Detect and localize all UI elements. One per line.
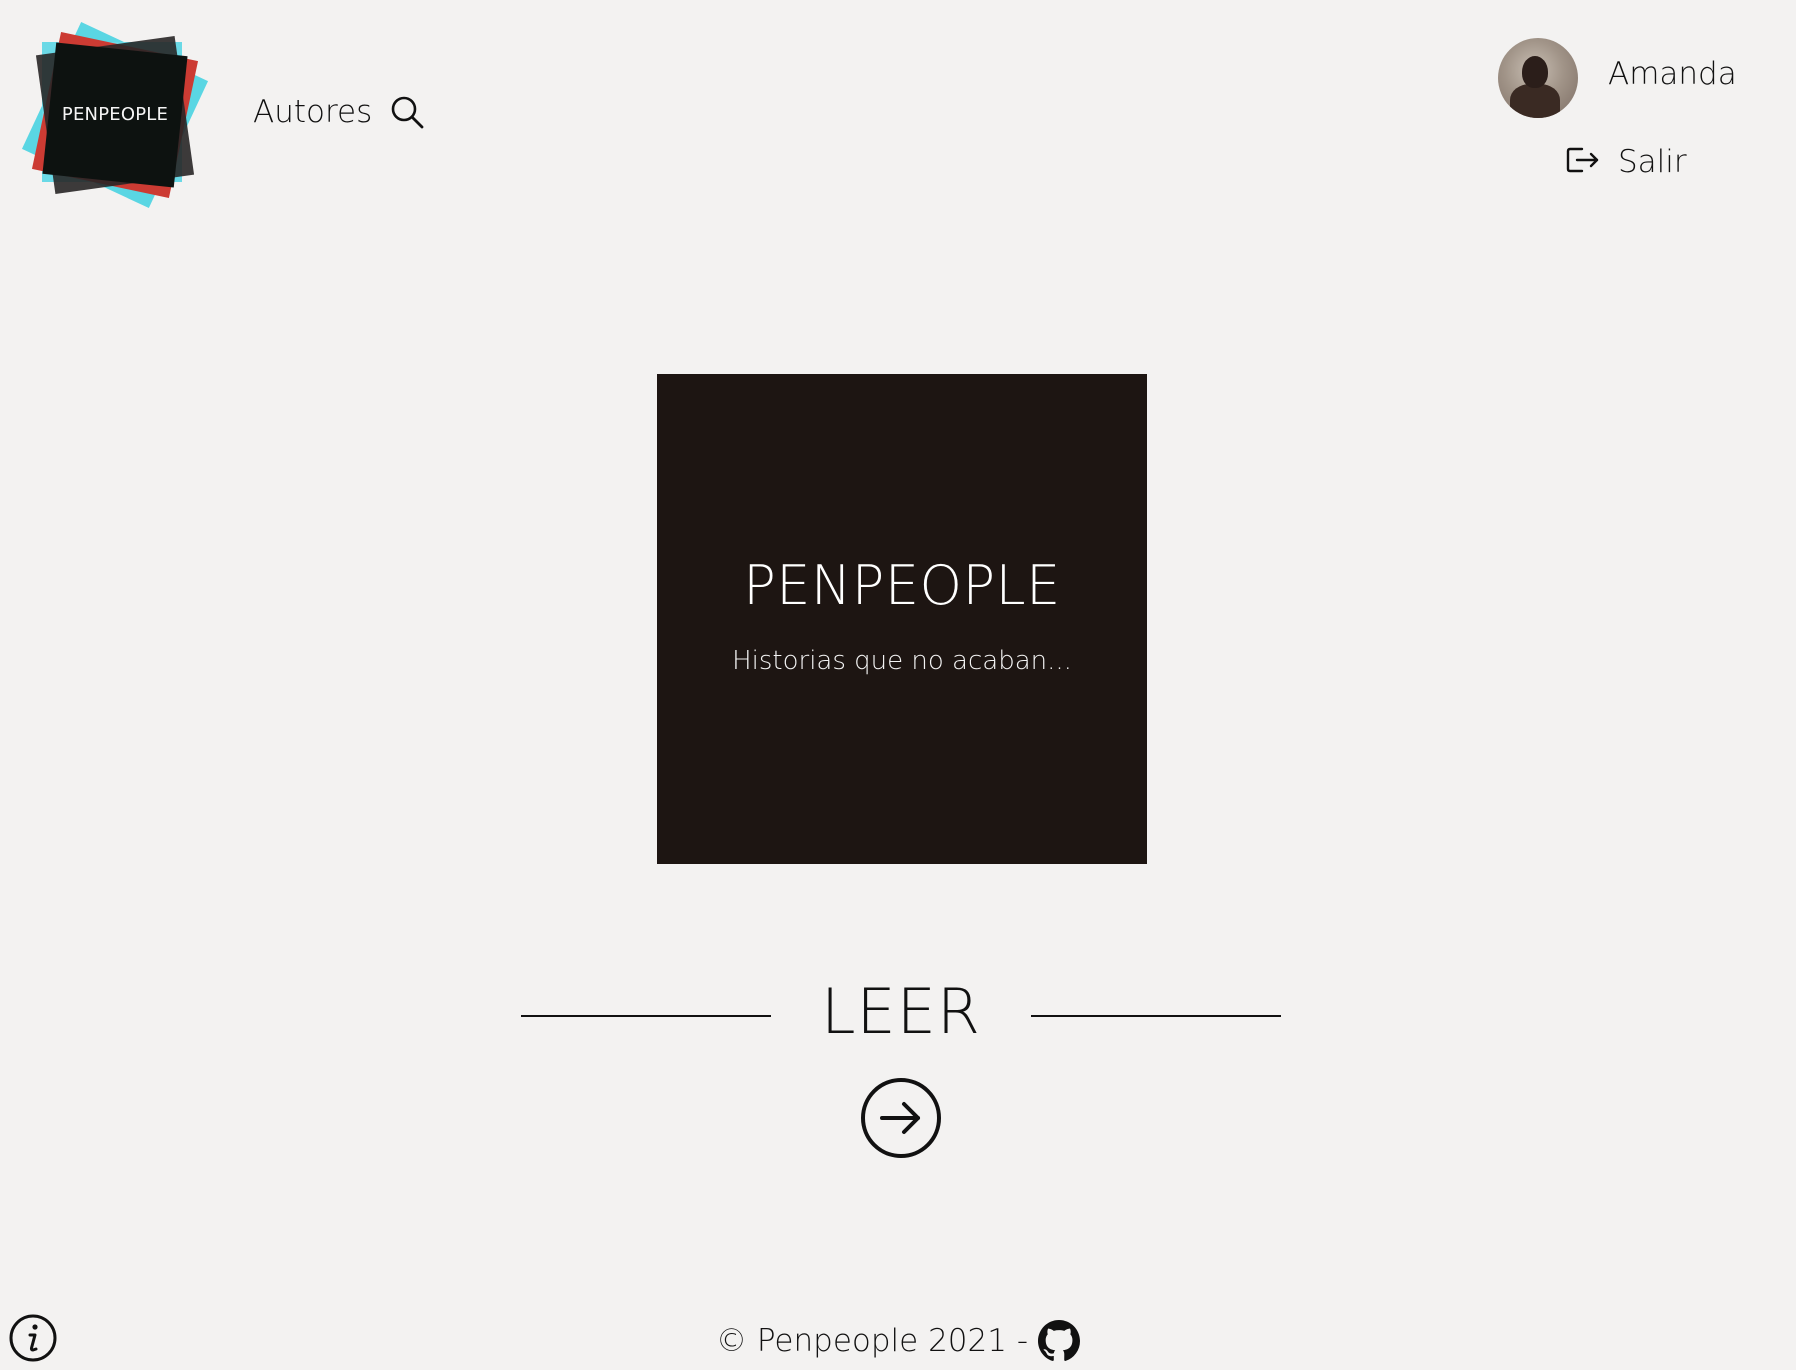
- hero-title: PENPEOPLE: [743, 554, 1061, 617]
- arrow-right-circle-icon: [860, 1078, 942, 1163]
- hero-banner: PENPEOPLE Historias que no acaban...: [657, 374, 1147, 864]
- search-icon[interactable]: [390, 95, 424, 129]
- nav-authors[interactable]: Autores: [253, 94, 424, 130]
- read-button[interactable]: [860, 1077, 942, 1159]
- hero-subtitle: Historias que no acaban...: [732, 646, 1072, 676]
- avatar[interactable]: [1498, 38, 1578, 118]
- page: PENPEOPLE Autores Amanda Salir PENPEOPLE…: [0, 0, 1796, 1370]
- logout-icon: [1566, 145, 1600, 179]
- github-icon[interactable]: [1038, 1320, 1081, 1362]
- nav-authors-label[interactable]: Autores: [253, 94, 372, 130]
- read-label[interactable]: LEER: [771, 975, 1031, 1048]
- user-name[interactable]: Amanda: [1608, 56, 1737, 92]
- avatar-body: [1510, 84, 1560, 118]
- avatar-head: [1522, 56, 1548, 88]
- read-divider-right: [1031, 1015, 1281, 1017]
- logout-label: Salir: [1618, 144, 1687, 180]
- footer: © Penpeople 2021 -: [0, 1320, 1796, 1362]
- logo[interactable]: PENPEOPLE: [20, 18, 210, 212]
- logo-text: PENPEOPLE: [61, 104, 169, 125]
- logout-button[interactable]: Salir: [1566, 144, 1687, 180]
- footer-copyright: © Penpeople 2021 -: [715, 1323, 1029, 1359]
- read-divider-left: [521, 1015, 771, 1017]
- user-menu: Amanda Salir: [1498, 38, 1748, 188]
